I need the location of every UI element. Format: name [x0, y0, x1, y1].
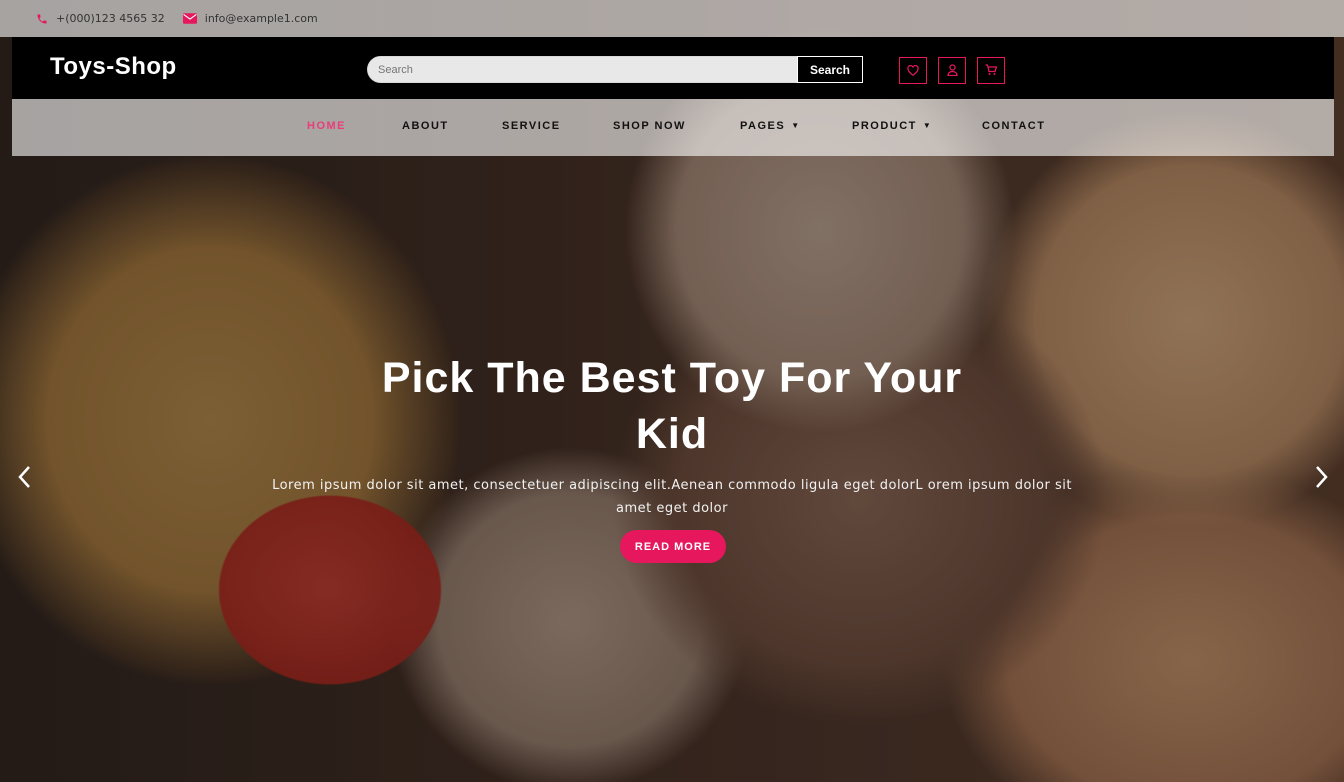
search-bar: Search [367, 56, 863, 83]
site-logo[interactable]: Toys-Shop [50, 53, 177, 81]
phone-icon [36, 13, 48, 25]
header-icons [899, 57, 1016, 84]
search-button[interactable]: Search [797, 56, 863, 83]
contact-phone: +(000)123 4565 32 [36, 12, 165, 25]
nav-item-contact[interactable]: CONTACT [982, 120, 1045, 132]
email-address: info@example1.com [204, 12, 318, 25]
slider-prev-button[interactable] [12, 462, 36, 496]
main-navigation: HOME ABOUT SERVICE SHOP NOW PAGES ▼ PRODU… [12, 99, 1334, 156]
chevron-right-icon [1315, 465, 1329, 493]
site-header: Toys-Shop Search [12, 37, 1334, 99]
slider-next-button[interactable] [1310, 462, 1334, 496]
caret-down-icon: ▼ [791, 121, 801, 130]
nav-item-service[interactable]: SERVICE [502, 120, 561, 132]
hero-title: Pick The Best Toy For Your Kid [381, 354, 963, 458]
nav-item-about[interactable]: ABOUT [402, 120, 449, 132]
nav-item-product-label: PRODUCT [852, 120, 917, 132]
top-info-bar: +(000)123 4565 32 info@example1.com [0, 0, 1344, 37]
nav-item-pages-label: PAGES [740, 120, 786, 132]
user-icon [946, 61, 958, 80]
nav-item-pages[interactable]: PAGES ▼ [740, 120, 801, 132]
chevron-left-icon [17, 465, 31, 493]
nav-item-home[interactable]: HOME [307, 120, 346, 132]
heart-icon [907, 61, 919, 80]
cart-button[interactable] [977, 57, 1005, 84]
wishlist-button[interactable] [899, 57, 927, 84]
nav-item-product[interactable]: PRODUCT ▼ [852, 120, 932, 132]
read-more-button[interactable]: READ MORE [620, 530, 726, 563]
cart-icon [985, 61, 998, 80]
search-input[interactable] [367, 56, 797, 83]
contact-email: info@example1.com [182, 12, 318, 25]
envelope-icon [182, 13, 197, 24]
phone-number: +(000)123 4565 32 [56, 12, 165, 25]
hero-description: Lorem ipsum dolor sit amet, consectetuer… [272, 478, 1072, 516]
account-button[interactable] [938, 57, 966, 84]
caret-down-icon: ▼ [922, 121, 933, 130]
nav-item-shop-now[interactable]: SHOP NOW [613, 120, 686, 132]
